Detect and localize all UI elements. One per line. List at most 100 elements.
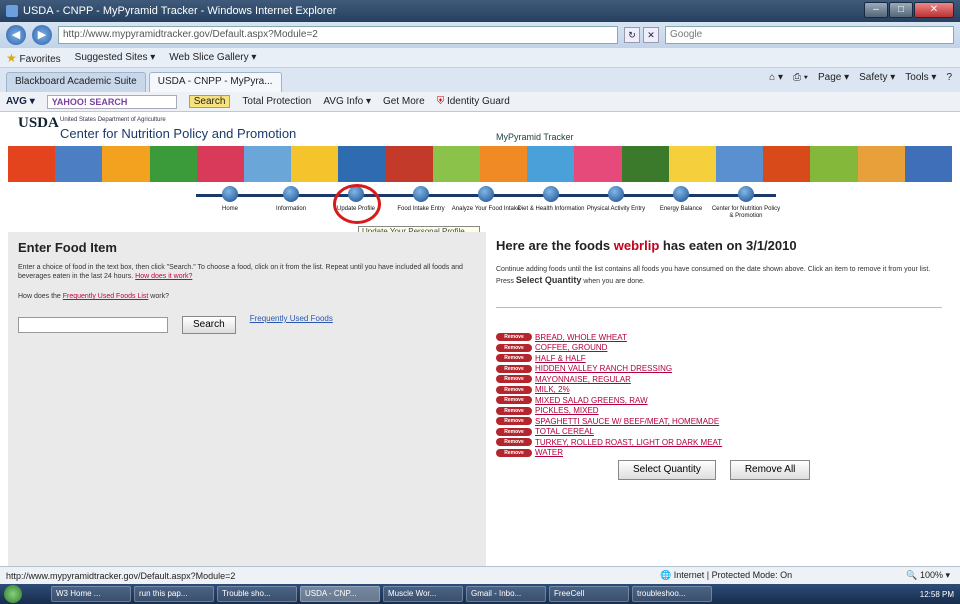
usda-logo[interactable]: USDA [18, 115, 59, 132]
banner-tile [621, 146, 669, 182]
taskbar-item[interactable]: troubleshoo... [632, 586, 712, 602]
food-name-link[interactable]: BREAD, WHOLE WHEAT [535, 333, 627, 342]
food-name-link[interactable]: MAYONNAISE, REGULAR [535, 375, 631, 384]
step-5[interactable]: Analyze Your Food Intake [451, 186, 521, 213]
frequent-foods-list-link[interactable]: Frequently Used Foods List [63, 293, 149, 300]
banner-tile [480, 146, 528, 182]
remove-food-button[interactable]: Remove [496, 438, 532, 447]
maximize-button[interactable]: □ [889, 2, 913, 18]
url-field[interactable]: http://www.mypyramidtracker.gov/Default.… [58, 26, 618, 44]
tab-usda[interactable]: USDA - CNPP - MyPyra... [148, 72, 282, 92]
taskbar-item[interactable]: run this pap... [134, 586, 214, 602]
remove-food-button[interactable]: Remove [496, 333, 532, 342]
window-controls: – □ ✕ [864, 2, 954, 18]
step-6[interactable]: Diet & Health Information [516, 186, 586, 213]
food-name-link[interactable]: MILK, 2% [535, 385, 570, 394]
help-icon[interactable]: ? [946, 72, 952, 83]
organization-name: Center for Nutrition Policy and Promotio… [60, 126, 297, 141]
taskbar-item[interactable]: Trouble sho... [217, 586, 297, 602]
food-name-link[interactable]: HALF & HALF [535, 354, 586, 363]
favorites-button[interactable]: ★ Favorites [6, 51, 61, 65]
food-name-link[interactable]: WATER [535, 448, 563, 457]
food-search-input[interactable] [18, 317, 168, 333]
avg-search-button[interactable]: Search [188, 95, 231, 108]
step-1[interactable]: Home [195, 186, 265, 213]
remove-food-button[interactable]: Remove [496, 448, 532, 457]
food-name-link[interactable]: MIXED SALAD GREENS, RAW [535, 396, 648, 405]
food-name-link[interactable]: HIDDEN VALLEY RANCH DRESSING [535, 364, 672, 373]
how-does-it-work-link[interactable]: How does it work? [135, 273, 192, 280]
remove-food-button[interactable]: Remove [496, 427, 532, 436]
taskbar-item[interactable]: Gmail - Inbo... [466, 586, 546, 602]
remove-food-button[interactable]: Remove [496, 354, 532, 363]
minimize-button[interactable]: – [864, 2, 888, 18]
step-dot-icon [413, 186, 429, 202]
remove-food-button[interactable]: Remove [496, 385, 532, 394]
start-button[interactable] [4, 585, 22, 603]
step-9[interactable]: Center for Nutrition Policy & Promotion [711, 186, 781, 220]
favorites-item[interactable]: Suggested Sites ▾ [75, 52, 156, 63]
panel-title: Enter Food Item [18, 240, 117, 255]
total-protection-button[interactable]: Total Protection [242, 96, 311, 107]
food-name-link[interactable]: TURKEY, ROLLED ROAST, LIGHT OR DARK MEAT [535, 438, 722, 447]
food-list: Remove BREAD, WHOLE WHEAT Remove COFFEE, GR… [496, 332, 942, 458]
taskbar-item[interactable]: USDA - CNP... [300, 586, 380, 602]
food-name-link[interactable]: PICKLES, MIXED [535, 406, 599, 415]
remove-food-button[interactable]: Remove [496, 343, 532, 352]
step-4[interactable]: Food Intake Entry [386, 186, 456, 213]
get-more-button[interactable]: Get More [383, 96, 425, 107]
food-name-link[interactable]: TOTAL CEREAL [535, 427, 594, 436]
banner-tile [149, 146, 197, 182]
banner-tile [716, 146, 764, 182]
step-2[interactable]: Information [256, 186, 326, 213]
remove-food-button[interactable]: Remove [496, 364, 532, 373]
select-quantity-button[interactable]: Select Quantity [618, 460, 716, 480]
avg-logo[interactable]: AVG ▾ [6, 96, 35, 107]
stop-icon[interactable]: ✕ [643, 27, 659, 43]
identity-guard-button[interactable]: ⛨ Identity Guard [437, 96, 510, 107]
food-item: Remove COFFEE, GROUND [496, 343, 942, 354]
step-label: Analyze Your Food Intake [451, 206, 521, 212]
taskbar-item[interactable]: Muscle Wor... [383, 586, 463, 602]
banner-tile [244, 146, 292, 182]
taskbar-item[interactable]: FreeCell [549, 586, 629, 602]
forward-icon[interactable]: ▶ [32, 25, 52, 45]
step-label: Food Intake Entry [397, 206, 445, 212]
safety-menu[interactable]: Safety ▾ [859, 72, 895, 83]
search-button[interactable]: Search [182, 316, 236, 334]
step-8[interactable]: Energy Balance [646, 186, 716, 213]
step-navigation: Home Information Update Profile Food Intake… [0, 182, 960, 228]
remove-all-button[interactable]: Remove All [729, 460, 811, 480]
taskbar-item[interactable]: W3 Home ... [51, 586, 131, 602]
remove-food-button[interactable]: Remove [496, 375, 532, 384]
tab-blackboard[interactable]: Blackboard Academic Suite [6, 72, 146, 92]
frequently-used-foods-link[interactable]: Frequently Used Foods [250, 314, 333, 323]
banner-tile [102, 146, 150, 182]
zoom-level[interactable]: 🔍 100% ▾ [906, 570, 950, 581]
refresh-icon[interactable]: ↻ [624, 27, 640, 43]
avg-info-button[interactable]: AVG Info ▾ [323, 96, 371, 107]
security-zone: 🌐 Internet | Protected Mode: On [660, 570, 793, 580]
food-name-link[interactable]: SPAGHETTI SAUCE W/ BEEF/MEAT, HOMEMADE [535, 417, 719, 426]
step-dot-icon [738, 186, 754, 202]
yahoo-search-input[interactable]: YAHOO! SEARCH [46, 94, 177, 109]
avg-toolbar: AVG ▾ YAHOO! SEARCH Search Total Protect… [0, 92, 960, 112]
print-icon[interactable]: ⎙ ▾ [793, 72, 808, 83]
food-item: Remove TOTAL CEREAL [496, 427, 942, 438]
food-item: Remove MAYONNAISE, REGULAR [496, 374, 942, 385]
food-name-link[interactable]: COFFEE, GROUND [535, 343, 607, 352]
home-icon[interactable]: ⌂ ▾ [769, 72, 783, 83]
status-url: http://www.mypyramidtracker.gov/Default.… [6, 570, 236, 581]
tools-menu[interactable]: Tools ▾ [905, 72, 936, 83]
star-icon: ★ [6, 50, 17, 65]
remove-food-button[interactable]: Remove [496, 417, 532, 426]
remove-food-button[interactable]: Remove [496, 406, 532, 415]
remove-food-button[interactable]: Remove [496, 396, 532, 405]
back-icon[interactable]: ◀ [6, 25, 26, 45]
close-button[interactable]: ✕ [914, 2, 954, 18]
banner-tile [668, 146, 717, 182]
favorites-item[interactable]: Web Slice Gallery ▾ [169, 52, 256, 63]
web-search-input[interactable]: Google [665, 26, 954, 44]
step-7[interactable]: Physical Activity Entry [581, 186, 651, 213]
page-menu[interactable]: Page ▾ [818, 72, 849, 83]
